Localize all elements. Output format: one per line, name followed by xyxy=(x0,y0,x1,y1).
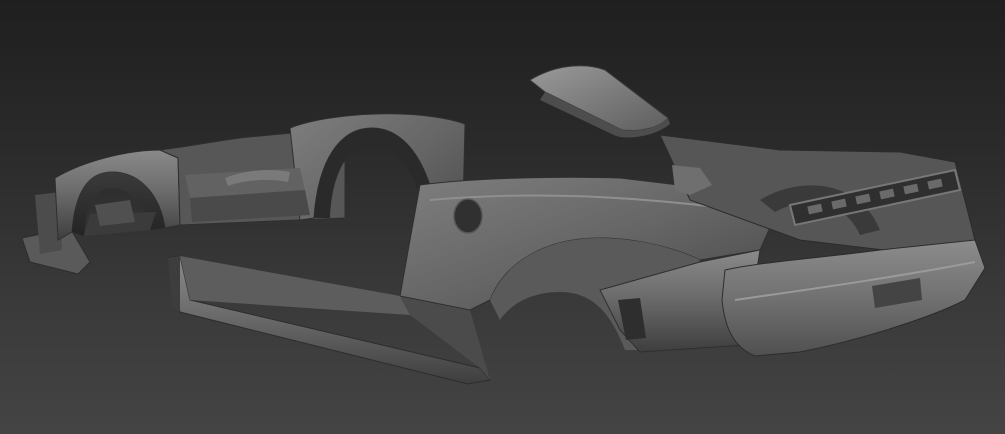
front-clip xyxy=(21,149,181,275)
3d-viewport[interactable] xyxy=(0,0,1005,434)
car-body-model xyxy=(21,65,986,385)
rear-wing-hood xyxy=(529,65,670,138)
